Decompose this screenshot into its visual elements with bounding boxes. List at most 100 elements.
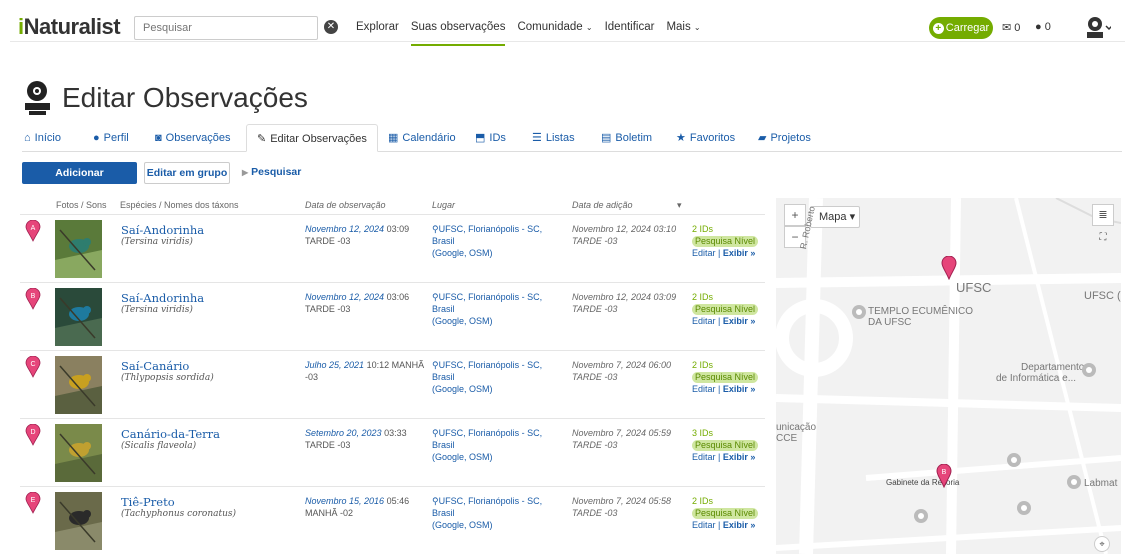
layers-icon[interactable]: ≣ xyxy=(1092,204,1114,226)
map-pin-icon[interactable]: E xyxy=(25,492,41,514)
edit-link[interactable]: Editar xyxy=(692,248,716,258)
table-row[interactable]: C Saí-Canário (Thlypopsis sordida) Julho… xyxy=(20,350,765,418)
inaturalist-logo[interactable]: iNaturalist xyxy=(18,14,121,40)
user-avatar-icon[interactable] xyxy=(1085,15,1111,41)
ids-count: 2 IDs xyxy=(692,292,714,302)
calendar-icon: ▦ xyxy=(388,132,399,144)
edit-link[interactable]: Editar xyxy=(692,520,716,530)
ids-status: 2 IDs Pesquisa Nível Editar | Exibir » xyxy=(692,359,759,395)
map-pin-a-icon[interactable] xyxy=(941,256,957,280)
svg-text:E: E xyxy=(31,497,36,504)
observation-photo[interactable] xyxy=(55,220,102,278)
tab-observations[interactable]: ◙ Observações xyxy=(155,124,230,152)
col-header-added[interactable]: Data de adição xyxy=(572,200,633,210)
species-common-name[interactable]: Tiê-Preto xyxy=(121,495,175,509)
edit-link[interactable]: Editar xyxy=(692,452,716,462)
svg-text:B: B xyxy=(31,293,36,300)
view-link[interactable]: Exibir » xyxy=(723,248,756,258)
observation-place[interactable]: ⚲UFSC, Florianópolis - SC, Brasil (Google… xyxy=(432,359,567,395)
col-header-place[interactable]: Lugar xyxy=(432,200,455,210)
observation-photo[interactable] xyxy=(55,424,102,482)
tab-profile[interactable]: ● Perfil xyxy=(93,124,129,152)
observation-date: Novembro 12, 2024 03:09 TARDE -03 xyxy=(305,224,410,246)
species-common-name[interactable]: Canário-da-Terra xyxy=(121,427,220,441)
map-pin-b-icon[interactable]: B xyxy=(936,464,952,488)
map-pin-icon[interactable]: B xyxy=(25,288,41,310)
messages-button[interactable]: ✉ 0 xyxy=(1002,21,1020,34)
ids-status: 2 IDs Pesquisa Nível Editar | Exibir » xyxy=(692,495,759,531)
chevron-down-icon: ⌄ xyxy=(585,23,593,32)
locate-icon[interactable]: ⌖ xyxy=(1094,536,1110,552)
observations-map[interactable]: + − Mapa ▾ ≣ ⛶ UFSC UFSC ( TEMPLO ECUMÊN… xyxy=(776,198,1121,554)
tab-ids[interactable]: ⬒ IDs xyxy=(475,124,506,152)
sort-desc-icon[interactable]: ▾ xyxy=(677,200,682,211)
map-marker-icon: ⚲ xyxy=(432,496,439,506)
observation-photo[interactable] xyxy=(55,492,102,550)
date-added: Novembro 12, 2024 03:10 TARDE -03 xyxy=(572,224,677,246)
view-link[interactable]: Exibir » xyxy=(723,316,756,326)
edit-link[interactable]: Editar xyxy=(692,384,716,394)
observation-photo[interactable] xyxy=(55,356,102,414)
top-navbar: iNaturalist ✕ Explorar Suas observações … xyxy=(0,0,1135,56)
fullscreen-icon[interactable]: ⛶ xyxy=(1092,228,1114,250)
nav-your-observations[interactable]: Suas observações xyxy=(410,21,505,46)
tab-projects[interactable]: ▰ Projetos xyxy=(758,124,811,152)
map-label-templo-2: DA UFSC xyxy=(868,317,912,328)
table-row[interactable]: D Canário-da-Terra (Sicalis flaveola) Se… xyxy=(20,418,765,486)
tab-calendar[interactable]: ▦ Calendário xyxy=(388,124,456,152)
species-scientific-name: (Sicalis flaveola) xyxy=(121,441,197,451)
search-toggle-link[interactable]: ▶ Pesquisar xyxy=(242,166,301,178)
table-row[interactable]: A Saí-Andorinha (Tersina viridis) Novemb… xyxy=(20,214,765,282)
notifications-button[interactable]: ● 0 xyxy=(1035,21,1051,33)
observation-place[interactable]: ⚲UFSC, Florianópolis - SC, Brasil (Google… xyxy=(432,291,567,327)
add-observations-button[interactable]: Adicionar observações xyxy=(22,162,137,201)
view-link[interactable]: Exibir » xyxy=(723,384,756,394)
nav-community[interactable]: Comunidade ⌄ xyxy=(517,21,592,33)
search-input[interactable] xyxy=(134,16,318,40)
map-label-cce: CCE xyxy=(776,433,798,444)
pencil-icon: ✎ xyxy=(257,133,267,145)
tab-favorites[interactable]: ★ Favoritos xyxy=(676,124,735,152)
batch-edit-button[interactable]: Editar em grupo xyxy=(144,162,230,184)
table-row[interactable]: E Tiê-Preto (Tachyphonus coronatus) Nove… xyxy=(20,486,765,554)
upload-button[interactable]: + Carregar xyxy=(929,17,993,39)
table-row[interactable]: B Saí-Andorinha (Tersina viridis) Novemb… xyxy=(20,282,765,350)
nav-identify[interactable]: Identificar xyxy=(605,21,655,33)
edit-link[interactable]: Editar xyxy=(692,316,716,326)
map-pin-icon[interactable]: C xyxy=(25,356,41,378)
col-header-obs-date[interactable]: Data de observação xyxy=(305,200,386,210)
observation-place[interactable]: ⚲UFSC, Florianópolis - SC, Brasil (Google… xyxy=(432,495,567,531)
nav-more[interactable]: Mais ⌄ xyxy=(666,21,700,33)
observation-photo[interactable] xyxy=(55,288,102,346)
species-common-name[interactable]: Saí-Canário xyxy=(121,359,189,373)
observation-date: Novembro 15, 2016 05:46 MANHÃ -02 xyxy=(305,496,410,518)
observation-place[interactable]: ⚲UFSC, Florianópolis - SC, Brasil (Google… xyxy=(432,223,567,259)
map-pin-icon[interactable]: D xyxy=(25,424,41,446)
poi-icon xyxy=(1007,453,1021,467)
species-common-name[interactable]: Saí-Andorinha xyxy=(121,223,204,237)
binoculars-icon: ◙ xyxy=(155,132,162,144)
date-added: Novembro 7, 2024 05:59 TARDE -03 xyxy=(572,428,672,450)
tab-lists[interactable]: ☰ Listas xyxy=(532,124,575,152)
map-marker-icon: ⚲ xyxy=(432,292,439,302)
map-type-select[interactable]: Mapa ▾ xyxy=(810,206,860,228)
tab-edit-observations[interactable]: ✎ Editar Observações xyxy=(246,124,378,152)
species-common-name[interactable]: Saí-Andorinha xyxy=(121,291,204,305)
svg-text:D: D xyxy=(30,429,35,436)
species-scientific-name: (Tersina viridis) xyxy=(121,305,193,315)
date-added: Novembro 7, 2024 05:58 TARDE -03 xyxy=(572,496,672,518)
tab-journal[interactable]: ▤ Boletim xyxy=(601,124,652,152)
view-link[interactable]: Exibir » xyxy=(723,520,756,530)
view-link[interactable]: Exibir » xyxy=(723,452,756,462)
col-header-media: Fotos / Sons xyxy=(56,200,107,210)
clear-search-icon[interactable]: ✕ xyxy=(324,20,338,34)
nav-explore[interactable]: Explorar xyxy=(356,21,399,33)
tab-home[interactable]: ⌂ Início xyxy=(24,124,61,152)
col-header-species: Espécies / Nomes dos táxons xyxy=(120,200,239,210)
observation-place[interactable]: ⚲UFSC, Florianópolis - SC, Brasil (Google… xyxy=(432,427,567,463)
map-pin-icon[interactable]: A xyxy=(25,220,41,242)
profile-tabs: ⌂ Início ● Perfil ◙ Observações ✎ Editar Obs… xyxy=(22,124,1122,152)
poi-icon xyxy=(914,509,928,523)
main-nav: Explorar Suas observações Comunidade ⌄ I… xyxy=(356,21,713,46)
ids-status: 2 IDs Pesquisa Nível Editar | Exibir » xyxy=(692,223,759,259)
